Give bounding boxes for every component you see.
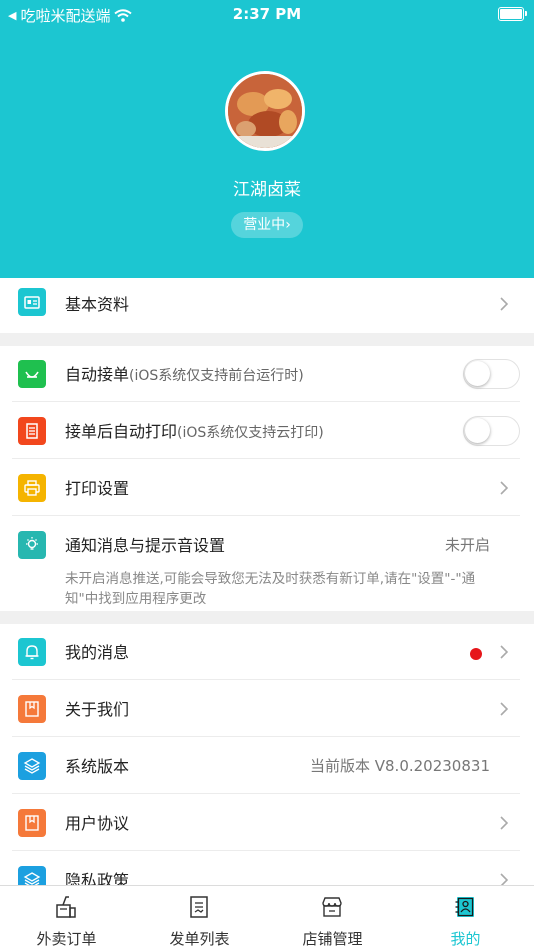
chevron-right-icon: ›	[285, 217, 291, 233]
auto-accept-label: 自动接单	[65, 365, 130, 384]
menu-label: 打印设置	[65, 479, 130, 498]
printer-icon	[18, 474, 46, 502]
unread-dot	[470, 648, 482, 660]
version-value: 当前版本 V8.0.20230831	[309, 757, 490, 775]
tab-mine[interactable]: 我的	[399, 886, 532, 951]
menu-label: 用户协议	[65, 814, 130, 833]
divider	[12, 458, 520, 459]
menu-label: 接单后自动打印(iOS系统仅支持云打印)	[65, 418, 324, 442]
auto-accept-sublabel: (iOS系统仅支持前台运行时)	[129, 368, 304, 384]
bookmark-icon	[18, 809, 46, 837]
section-basic: 基本资料	[0, 278, 534, 333]
divider	[12, 736, 520, 737]
chevron-right-icon	[500, 816, 508, 830]
auto-print-label: 接单后自动打印	[65, 422, 178, 441]
profile-header: 江湖卤菜 营业中›	[0, 0, 534, 278]
business-status-label: 营业中	[243, 217, 286, 233]
divider	[12, 679, 520, 680]
business-status-button[interactable]: 营业中›	[231, 212, 303, 238]
tab-store-management[interactable]: 店铺管理	[266, 886, 399, 951]
bookmark-icon	[18, 695, 46, 723]
chevron-right-icon	[500, 297, 508, 311]
takeout-icon	[56, 896, 76, 918]
status-time: 2:37 PM	[232, 5, 302, 23]
auto-print-toggle[interactable]	[463, 416, 520, 446]
tab-label: 店铺管理	[302, 930, 363, 948]
tab-label: 外卖订单	[36, 930, 97, 948]
tab-label: 我的	[450, 930, 481, 948]
store-icon	[322, 897, 342, 917]
menu-privacy-policy[interactable]: 隐私政策	[0, 852, 534, 885]
chevron-right-icon	[500, 873, 508, 885]
menu-label: 关于我们	[65, 700, 130, 719]
menu-my-messages[interactable]: 我的消息	[0, 624, 534, 680]
divider	[12, 515, 520, 516]
auto-accept-icon	[18, 360, 46, 388]
lightbulb-icon	[18, 531, 46, 559]
menu-auto-accept: 自动接单(iOS系统仅支持前台运行时)	[0, 346, 534, 402]
divider	[12, 401, 520, 402]
toggle-knob	[465, 361, 490, 386]
section-info: 我的消息 关于我们 系统版本 当前版本 V8.0.20230831 用户协议 隐…	[0, 624, 534, 885]
receipt-icon	[18, 417, 46, 445]
menu-system-version: 系统版本 当前版本 V8.0.20230831	[0, 738, 534, 794]
menu-about-us[interactable]: 关于我们	[0, 681, 534, 737]
notification-note: 未开启消息推送,可能会导致您无法及时获悉有新订单,请在"设置"-"通知"中找到应…	[65, 571, 476, 607]
menu-label: 基本资料	[65, 295, 130, 314]
toggle-knob	[465, 418, 490, 443]
menu-user-agreement[interactable]: 用户协议	[0, 795, 534, 851]
tab-takeout-orders[interactable]: 外卖订单	[0, 886, 133, 951]
menu-label: 自动接单(iOS系统仅支持前台运行时)	[65, 361, 304, 385]
id-card-icon	[18, 288, 46, 316]
battery-icon	[498, 7, 527, 21]
shop-avatar[interactable]	[225, 71, 305, 151]
divider	[12, 850, 520, 851]
menu-label: 我的消息	[65, 643, 130, 662]
menu-label: 隐私政策	[65, 871, 130, 885]
auto-print-sublabel: (iOS系统仅支持云打印)	[177, 425, 324, 441]
menu-basic-info[interactable]: 基本资料	[0, 278, 534, 333]
chevron-right-icon	[500, 645, 508, 659]
bell-icon	[18, 638, 46, 666]
tab-dispatch-list[interactable]: 发单列表	[133, 886, 266, 951]
divider	[12, 793, 520, 794]
menu-label: 通知消息与提示音设置	[65, 536, 226, 555]
chevron-right-icon	[500, 481, 508, 495]
chevron-right-icon	[500, 702, 508, 716]
tab-bar: 外卖订单 发单列表 店铺管理 我的	[0, 885, 534, 951]
menu-auto-print: 接单后自动打印(iOS系统仅支持云打印)	[0, 403, 534, 459]
tab-label: 发单列表	[169, 930, 230, 948]
menu-print-settings[interactable]: 打印设置	[0, 460, 534, 516]
status-bar: ◀ 吃啦米配送端 2:37 PM	[0, 0, 534, 28]
layers-icon	[18, 752, 46, 780]
shop-name: 江湖卤菜	[233, 180, 301, 200]
menu-label: 系统版本	[65, 757, 130, 776]
auto-accept-toggle[interactable]	[463, 359, 520, 389]
layers-icon	[18, 866, 46, 885]
list-icon	[190, 896, 208, 918]
notification-status: 未开启	[444, 536, 490, 554]
contacts-icon	[455, 897, 474, 917]
